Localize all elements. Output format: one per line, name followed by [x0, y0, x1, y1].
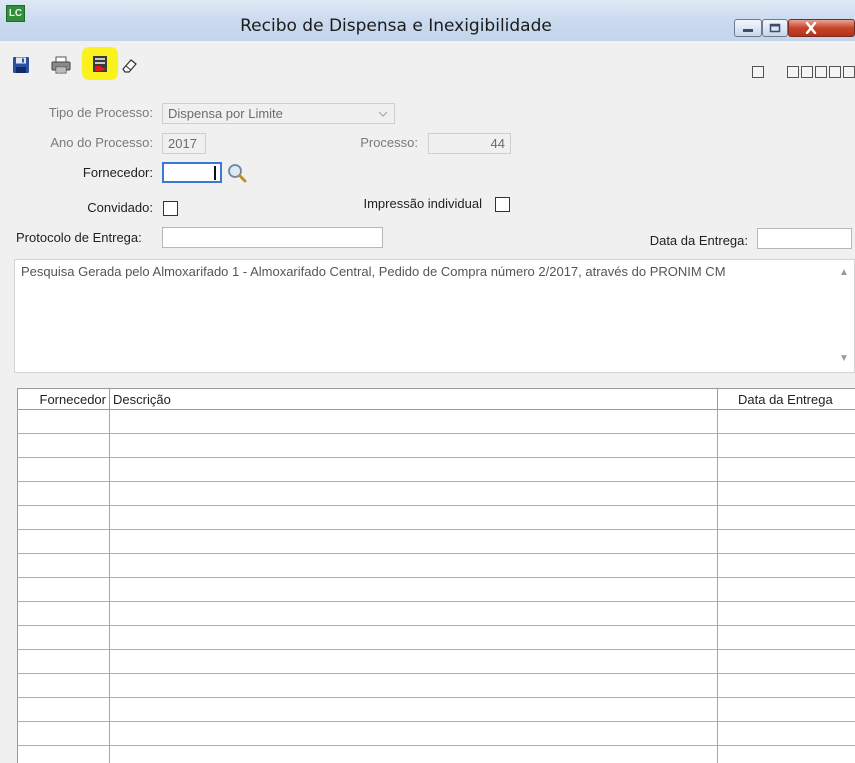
grid-row-line [18, 529, 855, 530]
grid-row-line [18, 721, 855, 722]
title-bar: LC Recibo de Dispensa e Inexigibilidade [0, 0, 855, 41]
printer-icon [51, 56, 71, 74]
dock-top-left-icon[interactable] [787, 66, 799, 78]
processo-label: Processo: [360, 135, 418, 150]
column-header-data-entrega[interactable]: Data da Entrega [718, 389, 855, 409]
ano-processo-label: Ano do Processo: [50, 135, 153, 150]
application-window: LC Recibo de Dispensa e Inexigibilidade [0, 0, 855, 763]
grid-row-line [18, 601, 855, 602]
maximize-icon [769, 23, 781, 33]
report-generate-icon [93, 55, 107, 72]
floppy-disk-icon [13, 57, 29, 73]
impressao-individual-checkbox[interactable] [495, 197, 510, 212]
descricao-textarea[interactable]: Pesquisa Gerada pelo Almoxarifado 1 - Al… [14, 259, 855, 373]
window-title: Recibo de Dispensa e Inexigibilidade [240, 16, 552, 36]
generate-report-button[interactable] [82, 47, 118, 80]
processo-field[interactable]: 44 [428, 133, 511, 154]
close-icon [805, 22, 816, 34]
grid-column-divider [717, 409, 718, 763]
minimize-icon [743, 29, 753, 32]
tipo-processo-value: Dispensa por Limite [168, 106, 283, 121]
convidado-label: Convidado: [87, 200, 153, 215]
dock-bottom-right-icon[interactable] [843, 66, 855, 78]
clear-button[interactable] [118, 54, 140, 76]
toolbar [0, 47, 855, 88]
grid-row-line [18, 625, 855, 626]
print-button[interactable] [50, 54, 72, 76]
fornecedores-grid[interactable]: Fornecedor Descrição Data da Entrega [17, 388, 855, 763]
fornecedor-label: Fornecedor: [82, 165, 153, 180]
minimize-button[interactable] [734, 19, 762, 37]
protocolo-entrega-label: Protocolo de Entrega: [16, 230, 142, 245]
tipo-processo-label: Tipo de Processo: [48, 105, 153, 120]
impressao-individual-label: Impressão individual [363, 196, 482, 211]
descricao-text: Pesquisa Gerada pelo Almoxarifado 1 - Al… [21, 264, 726, 279]
grid-row-line [18, 481, 855, 482]
eraser-icon [122, 59, 137, 73]
maximize-button[interactable] [762, 19, 788, 37]
grid-row-line [18, 745, 855, 746]
grid-row-line [18, 697, 855, 698]
scroll-down-icon[interactable]: ▼ [838, 350, 850, 368]
grid-row-line [18, 577, 855, 578]
grid-row-line [18, 553, 855, 554]
dock-bottom-left-icon[interactable] [801, 66, 813, 78]
save-button[interactable] [10, 54, 32, 76]
calculator-icon[interactable] [752, 66, 764, 78]
grid-row-line [18, 505, 855, 506]
chevron-down-icon [378, 111, 388, 117]
protocolo-entrega-input[interactable] [162, 227, 383, 248]
grid-column-divider [109, 409, 110, 763]
tipo-processo-select[interactable]: Dispensa por Limite [162, 103, 395, 124]
scroll-up-icon[interactable]: ▲ [838, 264, 850, 282]
data-entrega-input[interactable] [757, 228, 852, 249]
ano-processo-field[interactable]: 2017 [162, 133, 206, 154]
text-cursor [214, 166, 216, 180]
grid-header: Fornecedor Descrição Data da Entrega [18, 389, 855, 410]
data-entrega-label: Data da Entrega: [649, 233, 748, 248]
search-icon[interactable] [226, 163, 248, 183]
close-button[interactable] [788, 19, 855, 37]
grid-row-line [18, 649, 855, 650]
dock-top-right-icon[interactable] [829, 66, 841, 78]
column-header-descricao[interactable]: Descrição [110, 389, 718, 409]
fornecedor-input[interactable] [162, 162, 222, 183]
grid-row-line [18, 433, 855, 434]
grid-row-line [18, 673, 855, 674]
convidado-checkbox[interactable] [163, 201, 178, 216]
column-header-fornecedor[interactable]: Fornecedor [18, 389, 110, 409]
grid-row-line [18, 457, 855, 458]
dock-center-icon[interactable] [815, 66, 827, 78]
